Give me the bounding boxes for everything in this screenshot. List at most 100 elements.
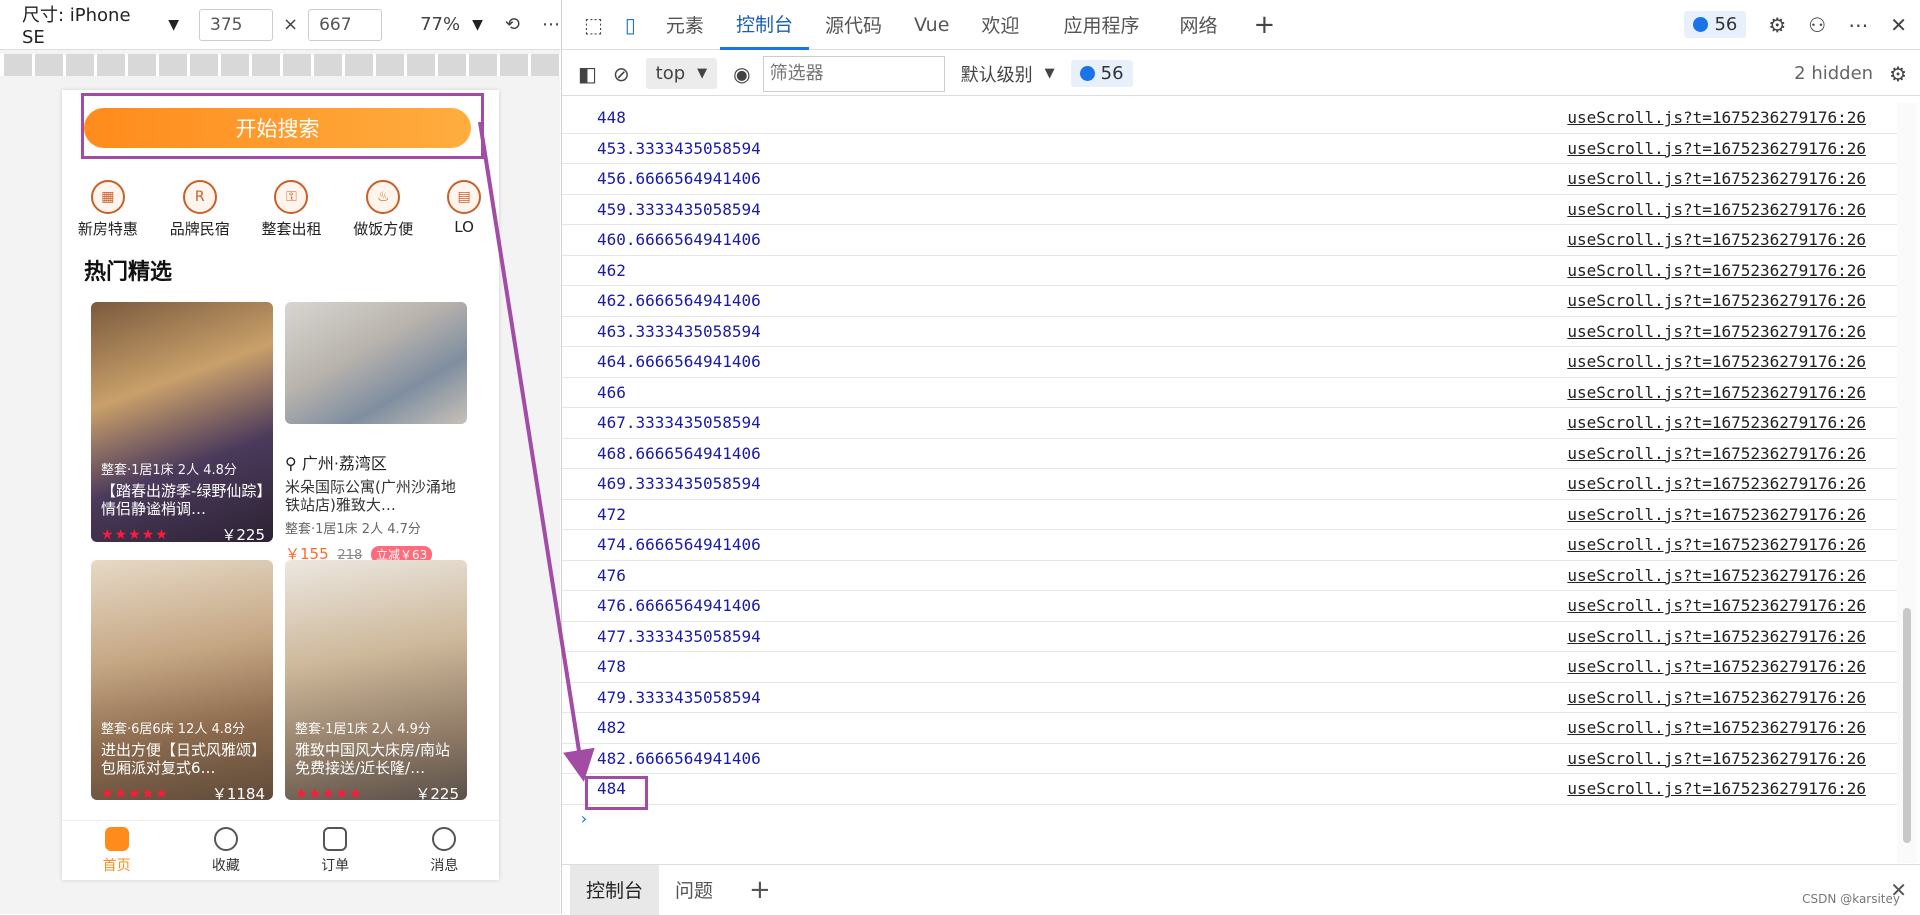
clear-console-icon[interactable]: ⊘ — [613, 62, 630, 86]
log-value: 468.6666564941406 — [597, 443, 761, 463]
listing-card[interactable]: 整套·1居1床 2人 4.9分 雅致中国风大床房/南站免费接送/近长隆/… ★★… — [285, 560, 467, 800]
device-height-input[interactable] — [308, 8, 383, 41]
log-source-link[interactable]: useScroll.js?t=1675236279176:26 — [1567, 291, 1866, 310]
log-source-link[interactable]: useScroll.js?t=1675236279176:26 — [1567, 230, 1866, 249]
log-source-link[interactable]: useScroll.js?t=1675236279176:26 — [1567, 261, 1866, 280]
user-settings-icon[interactable]: ⚇ — [1808, 13, 1826, 37]
context-value: top — [655, 63, 686, 84]
log-highlight-box — [585, 776, 648, 810]
log-source-link[interactable]: useScroll.js?t=1675236279176:26 — [1567, 169, 1866, 188]
issues-badge[interactable]: 56 — [1684, 11, 1747, 38]
gear-icon[interactable]: ⚙ — [1768, 13, 1786, 37]
message-icon — [432, 827, 457, 851]
drawer-tab-console[interactable]: 控制台 — [570, 864, 660, 915]
gear-icon[interactable]: ⚙ — [1889, 62, 1907, 86]
tab-elements[interactable]: 元素 — [650, 0, 720, 50]
device-width-input[interactable] — [199, 8, 274, 41]
log-value: 459.3333435058594 — [597, 199, 761, 219]
sidebar-toggle-icon[interactable]: ◧ — [578, 62, 597, 86]
log-value: 467.3333435058594 — [597, 413, 761, 433]
tab-home[interactable]: 首页 — [62, 821, 171, 880]
log-source-link[interactable]: useScroll.js?t=1675236279176:26 — [1567, 596, 1866, 615]
log-source-link[interactable]: useScroll.js?t=1675236279176:26 — [1567, 322, 1866, 341]
log-source-link[interactable]: useScroll.js?t=1675236279176:26 — [1567, 627, 1866, 646]
log-value: 482.6666564941406 — [597, 748, 761, 768]
levels-label: 默认级别 — [960, 64, 1033, 86]
log-source-link[interactable]: useScroll.js?t=1675236279176:26 — [1567, 139, 1866, 158]
log-source-link[interactable]: useScroll.js?t=1675236279176:26 — [1567, 657, 1866, 676]
log-levels-select[interactable]: 默认级别 ▼ — [961, 61, 1055, 87]
log-source-link[interactable]: useScroll.js?t=1675236279176:26 — [1567, 108, 1866, 127]
console-log-row: 460.6666564941406 useScroll.js?t=16752362… — [562, 225, 1902, 256]
rotate-icon[interactable]: ⟲ — [505, 14, 520, 35]
device-toolbar: 尺寸: iPhone SE ▼ × 77% ▼ ⟲ ⋯ — [0, 0, 560, 50]
more-icon[interactable]: ⋯ — [1848, 13, 1868, 37]
log-source-link[interactable]: useScroll.js?t=1675236279176:26 — [1567, 535, 1866, 554]
console-scrollbar[interactable] — [1897, 103, 1917, 863]
category-item[interactable]: ▦ 新房特惠 — [62, 180, 154, 242]
eye-icon[interactable]: ◉ — [733, 62, 750, 86]
console-log-row: 472 useScroll.js?t=1675236279176:26 — [562, 500, 1902, 530]
log-source-link[interactable]: useScroll.js?t=1675236279176:26 — [1567, 505, 1866, 524]
tab-orders[interactable]: 订单 — [281, 821, 390, 880]
log-source-link[interactable]: useScroll.js?t=1675236279176:26 — [1567, 718, 1866, 737]
issues-badge[interactable]: 56 — [1070, 60, 1133, 87]
log-value: 448 — [597, 108, 626, 128]
log-source-link[interactable]: useScroll.js?t=1675236279176:26 — [1567, 566, 1866, 585]
issues-count: 56 — [1714, 14, 1738, 35]
phone-viewport: 开始搜索 ▦ 新房特惠 R 品牌民宿 ⚿ 整套出租 ♨ 做饭方便 ▤ LO 热门… — [62, 90, 499, 880]
zoom-select[interactable]: 77% — [420, 14, 460, 35]
listing-card[interactable]: 整套·1居1床 2人 4.8分 【踏春出游季-绿野仙踪】情侣静谧梢调… ★★★★… — [91, 302, 273, 542]
drawer-tab-bar: 控制台 问题 + ✕ — [562, 864, 1920, 915]
chevron-down-icon[interactable]: ▼ — [168, 17, 179, 33]
log-source-link[interactable]: useScroll.js?t=1675236279176:26 — [1567, 352, 1866, 371]
tab-application[interactable]: 应用程序 — [1047, 0, 1155, 50]
log-source-link[interactable]: useScroll.js?t=1675236279176:26 — [1567, 200, 1866, 219]
media-query-ruler — [0, 54, 560, 76]
more-icon[interactable]: ⋯ — [542, 14, 560, 35]
log-value: 466 — [597, 382, 626, 402]
log-source-link[interactable]: useScroll.js?t=1675236279176:26 — [1567, 413, 1866, 432]
filter-input[interactable] — [762, 55, 945, 92]
tab-messages[interactable]: 消息 — [390, 821, 499, 880]
log-value: 456.6666564941406 — [597, 169, 761, 189]
log-source-link[interactable]: useScroll.js?t=1675236279176:26 — [1567, 474, 1866, 493]
log-source-link[interactable]: useScroll.js?t=1675236279176:26 — [1567, 688, 1866, 707]
category-item[interactable]: ▤ LO — [429, 180, 499, 242]
listing-card[interactable] — [285, 302, 467, 424]
context-select[interactable]: top ▼ — [645, 58, 718, 89]
inspect-icon[interactable]: ⬚ — [584, 13, 603, 37]
category-item[interactable]: ♨ 做饭方便 — [337, 180, 429, 242]
device-toggle-icon[interactable]: ▯ — [625, 13, 636, 37]
tab-label: 首页 — [102, 858, 131, 874]
home-icon — [104, 827, 129, 851]
category-item[interactable]: ⚿ 整套出租 — [246, 180, 338, 242]
tab-console[interactable]: 控制台 — [719, 0, 809, 50]
tab-network[interactable]: 网络 — [1163, 0, 1233, 50]
tab-vue[interactable]: Vue — [898, 0, 965, 50]
category-label: 新房特惠 — [77, 220, 138, 238]
console-log-row: 448 useScroll.js?t=1675236279176:26 — [562, 103, 1902, 134]
add-tab-icon[interactable]: + — [749, 875, 771, 905]
drawer-tab-issues[interactable]: 问题 — [659, 865, 729, 915]
listing-name: 【踏春出游季-绿野仙踪】情侣静谧梢调… — [101, 482, 264, 518]
tab-favorites[interactable]: 收藏 — [171, 821, 280, 880]
log-value: 469.3333435058594 — [597, 474, 761, 494]
tab-sources[interactable]: 源代码 — [809, 0, 898, 50]
log-source-link[interactable]: useScroll.js?t=1675236279176:26 — [1567, 444, 1866, 463]
console-prompt[interactable]: › — [562, 805, 1902, 833]
log-source-link[interactable]: useScroll.js?t=1675236279176:26 — [1567, 779, 1866, 798]
device-select[interactable]: 尺寸: iPhone SE — [22, 1, 156, 48]
log-source-link[interactable]: useScroll.js?t=1675236279176:26 — [1567, 383, 1866, 402]
add-tab-icon[interactable]: + — [1253, 10, 1275, 40]
close-icon[interactable]: ✕ — [1890, 13, 1907, 37]
category-label: LO — [454, 218, 474, 236]
devtools-pane: ⬚ ▯ 元素 控制台 源代码 Vue 欢迎 应用程序 网络 + 56 ⚙ ⚇ ⋯… — [561, 0, 1920, 915]
log-source-link[interactable]: useScroll.js?t=1675236279176:26 — [1567, 749, 1866, 768]
chevron-down-icon[interactable]: ▼ — [472, 17, 483, 33]
listing-name: 进出方便【日式风雅颂】包厢派对复式6… — [101, 741, 259, 777]
listing-card[interactable]: 整套·6居6床 12人 4.8分 进出方便【日式风雅颂】包厢派对复式6… ★★★… — [91, 560, 273, 800]
tab-welcome[interactable]: 欢迎 — [965, 0, 1035, 50]
registered-icon: R — [182, 180, 217, 214]
category-item[interactable]: R 品牌民宿 — [154, 180, 246, 242]
